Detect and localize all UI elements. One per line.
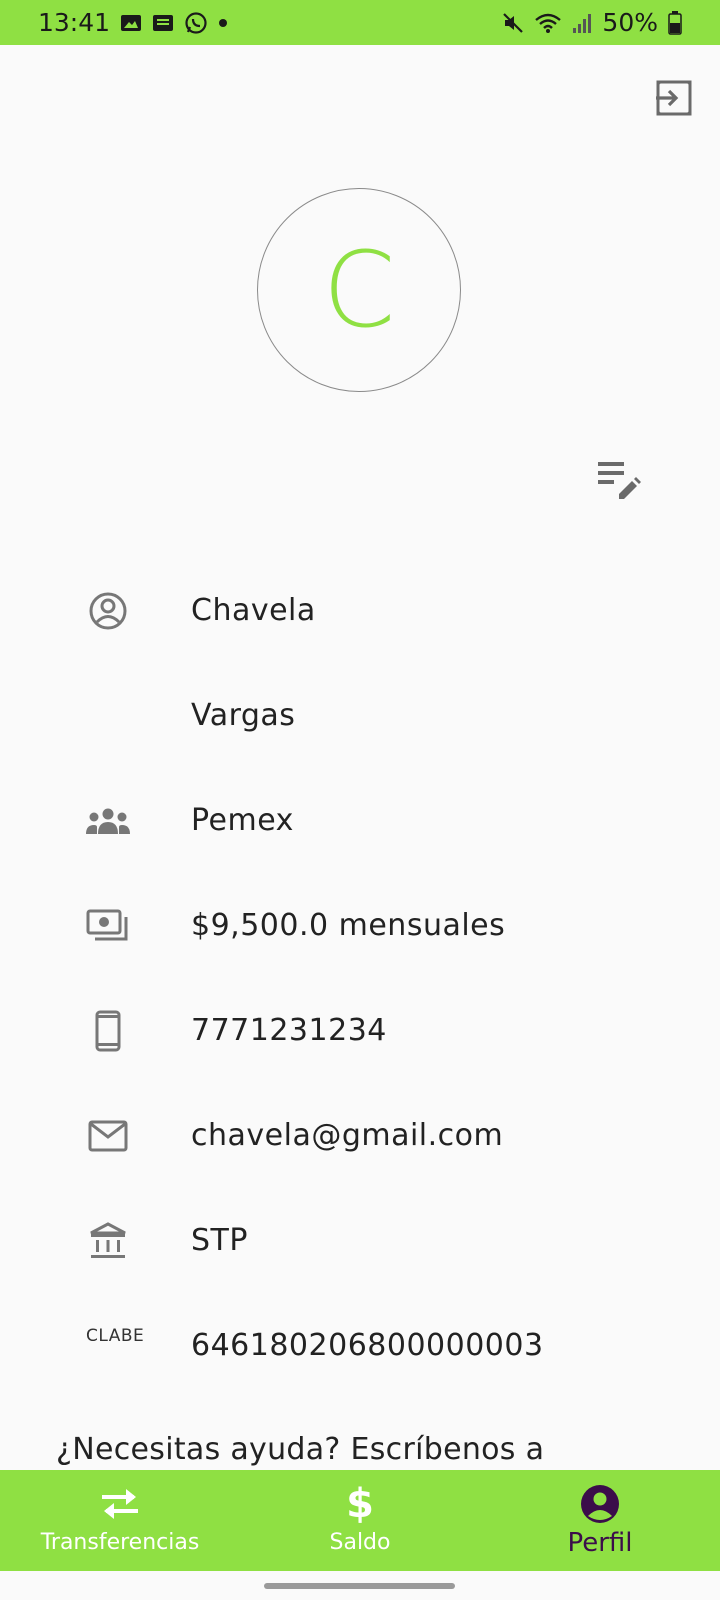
edit-notes-icon [598, 462, 641, 499]
salary-row: $9,500.0 mensuales [0, 886, 720, 966]
help-text[interactable]: ¿Necesitas ayuda? Escríbenos a [56, 1432, 544, 1467]
clabe-text: 646180206800000003 [191, 1328, 544, 1363]
company-row: Pemex [0, 781, 720, 861]
gallery-notification-icon [120, 12, 142, 34]
logout-button[interactable] [654, 78, 694, 118]
edit-profile-button[interactable] [594, 456, 642, 504]
email-text: chavela@gmail.com [191, 1118, 504, 1153]
bank-row: STP [0, 1201, 720, 1281]
avatar: C [257, 188, 461, 392]
wifi-icon [534, 12, 562, 34]
message-notification-icon [152, 12, 174, 34]
clabe-row: CLABE 646180206800000003 [0, 1306, 720, 1386]
dollar-icon: $ [346, 1481, 374, 1527]
nav-perfil[interactable]: Perfil [480, 1470, 720, 1571]
nav-transferencias[interactable]: Transferencias [0, 1470, 240, 1571]
last-name-row: Vargas [0, 676, 720, 756]
payments-icon [84, 902, 132, 950]
home-indicator[interactable] [264, 1583, 455, 1589]
notification-dot-icon [218, 18, 228, 28]
status-left: 13:41 [38, 8, 228, 37]
nav-perfil-label: Perfil [567, 1528, 633, 1558]
clabe-label: CLABE [86, 1326, 145, 1346]
status-right: 50% [502, 8, 682, 37]
bank-text: STP [191, 1223, 248, 1258]
bottom-navigation: Transferencias $ Saldo Perfil [0, 1470, 720, 1571]
swap-arrows-icon [100, 1484, 140, 1524]
last-name-text: Vargas [191, 698, 296, 733]
groups-icon [84, 797, 132, 845]
first-name-row: Chavela [0, 571, 720, 651]
status-time: 13:41 [38, 8, 111, 37]
avatar-initial: C [322, 229, 396, 351]
salary-text: $9,500.0 mensuales [191, 908, 506, 943]
signal-icon [572, 12, 592, 34]
nav-saldo[interactable]: $ Saldo [240, 1470, 480, 1571]
whatsapp-notification-icon [184, 11, 208, 35]
account-circle-icon [84, 587, 132, 635]
bank-icon [84, 1217, 132, 1265]
exit-icon [656, 80, 692, 116]
mute-icon [502, 12, 524, 34]
first-name-text: Chavela [191, 593, 316, 628]
account-circle-icon [580, 1484, 620, 1524]
phone-text: 7771231234 [191, 1013, 387, 1048]
smartphone-icon [84, 1007, 132, 1055]
phone-row: 7771231234 [0, 991, 720, 1071]
nav-saldo-label: Saldo [329, 1530, 391, 1555]
battery-percent: 50% [602, 8, 658, 37]
status-bar: 13:41 50% [0, 0, 720, 45]
company-text: Pemex [191, 803, 294, 838]
nav-transferencias-label: Transferencias [40, 1530, 200, 1555]
mail-icon [84, 1112, 132, 1160]
battery-icon [668, 10, 682, 35]
email-row: chavela@gmail.com [0, 1096, 720, 1176]
